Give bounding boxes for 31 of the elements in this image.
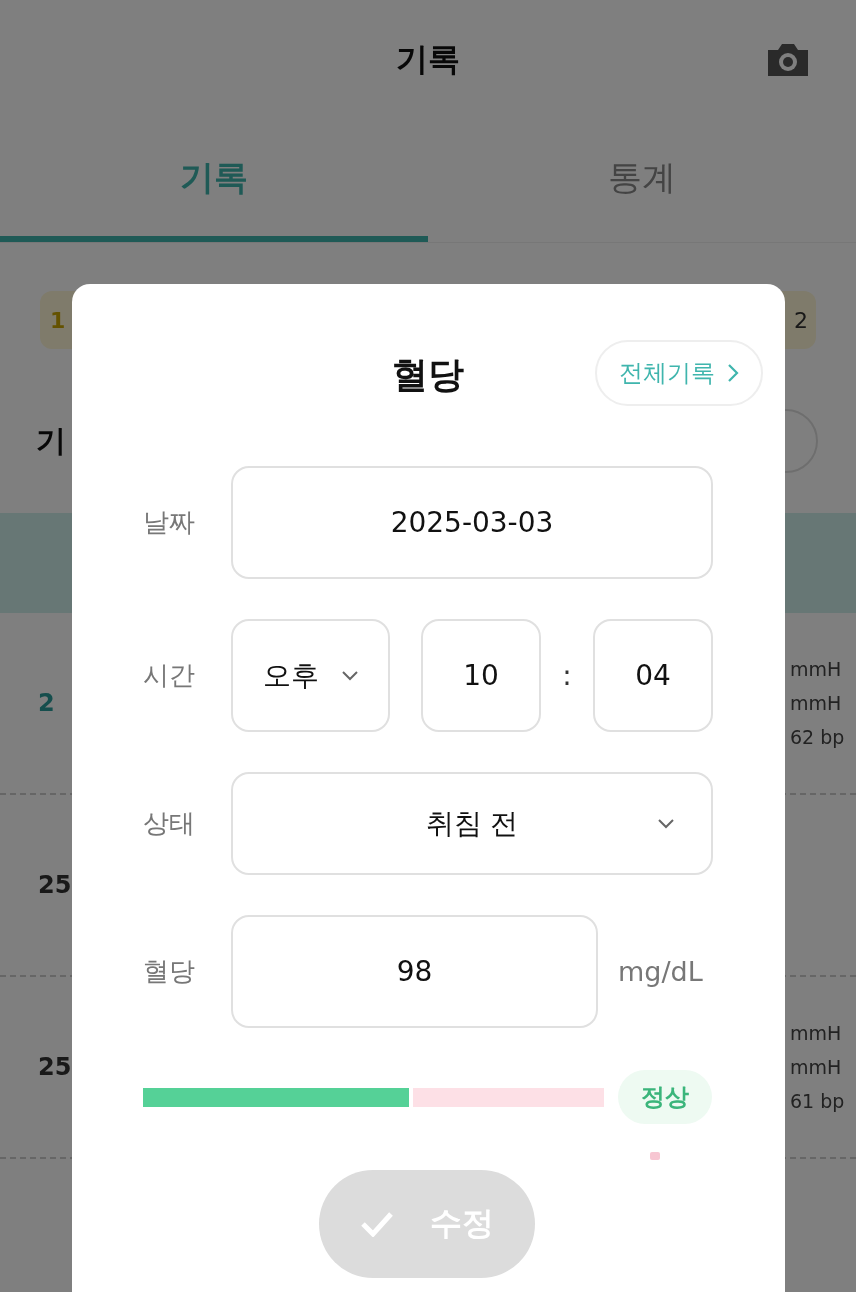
chevron-down-icon [340, 670, 359, 681]
date-field[interactable]: 2025-03-03 [231, 466, 713, 579]
glucose-field[interactable]: 98 [231, 915, 598, 1028]
chevron-down-icon [657, 818, 675, 829]
record-value: 62 bp [790, 726, 846, 748]
field-label: 날짜 [143, 506, 196, 539]
unit-label: mg/dL [618, 956, 703, 987]
banner-text: 1 [50, 307, 66, 333]
field-label: 시간 [143, 659, 196, 692]
banner-text: 2 [794, 307, 808, 333]
status-badge: 정상 [618, 1070, 712, 1124]
record-date: 2 [38, 689, 55, 717]
record-value: mmH [790, 692, 843, 714]
field-label: 상태 [143, 807, 196, 840]
section-heading: 기 [36, 421, 66, 460]
chevron-right-icon [727, 363, 739, 383]
record-value: 61 bp [790, 1090, 846, 1112]
dialog-title: 혈당 [392, 352, 464, 397]
check-icon [360, 1211, 394, 1237]
minute-field[interactable]: 04 [593, 619, 713, 732]
record-date: 25 [38, 871, 72, 899]
hour-field[interactable]: 10 [421, 619, 541, 732]
record-date: 25 [38, 1053, 72, 1081]
time-separator: : [561, 659, 573, 692]
record-value: mmH [790, 658, 843, 680]
period-dropdown[interactable]: 오후 [231, 619, 390, 732]
field-label: 혈당 [143, 955, 196, 988]
record-value: mmH [790, 1022, 843, 1044]
record-value: mmH [790, 1056, 843, 1078]
status-dropdown[interactable]: 취침 전 [231, 772, 713, 875]
page-title: 기록 [396, 39, 460, 80]
